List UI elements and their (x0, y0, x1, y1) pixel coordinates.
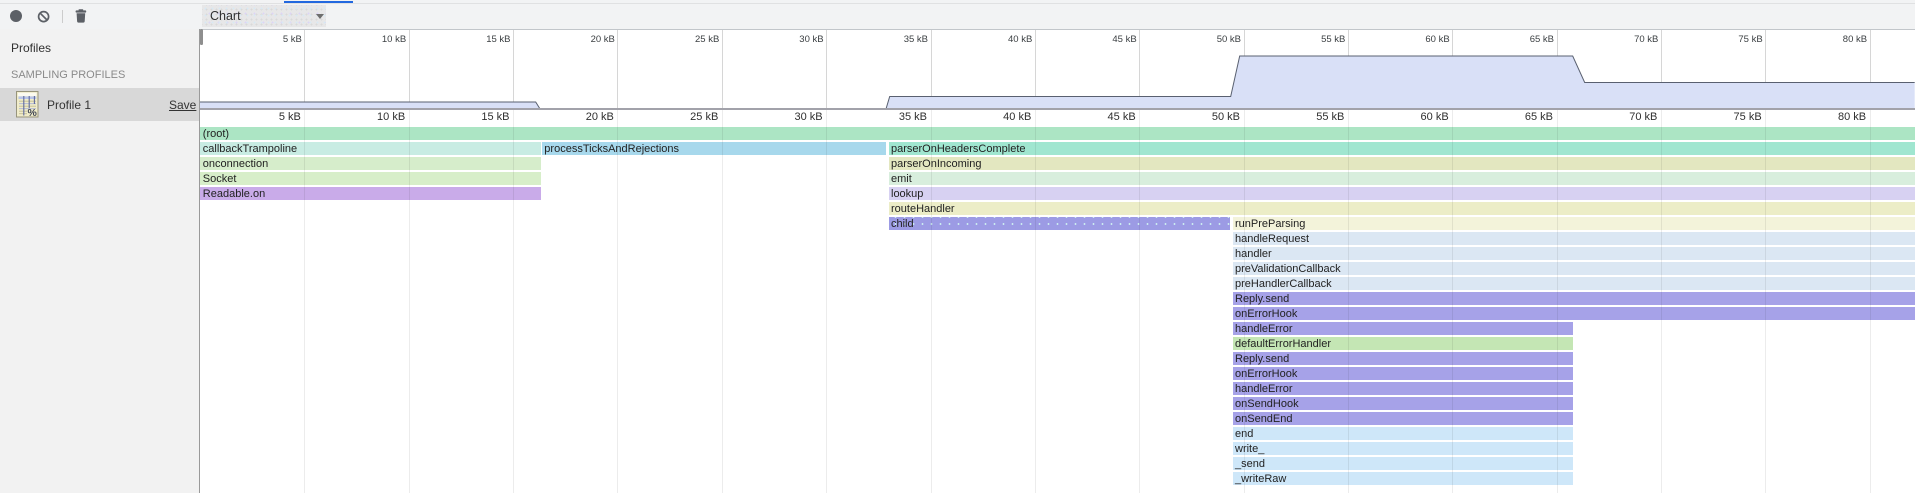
svg-text:%: % (28, 107, 38, 118)
